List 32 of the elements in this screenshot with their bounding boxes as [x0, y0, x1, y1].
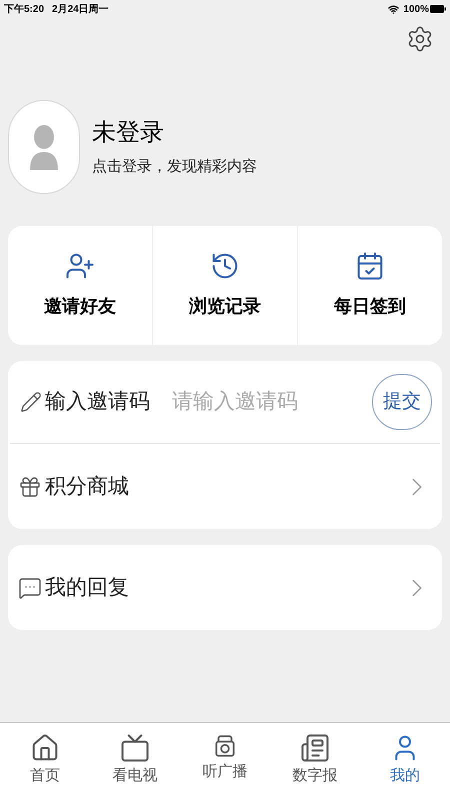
menu-row[interactable]: 积分商城: [8, 444, 442, 529]
login-hint: 点击登录，发现精彩内容: [92, 158, 257, 174]
newspaper-icon: [300, 733, 330, 763]
tv-icon: [120, 733, 150, 763]
tab[interactable]: 看电视: [90, 723, 180, 800]
status-time: 下午5:20: [4, 2, 44, 16]
history-icon: [210, 251, 240, 281]
battery-icon: [430, 5, 446, 13]
wifi-icon: [388, 4, 400, 14]
gift-icon: [18, 474, 42, 498]
status-date: 2月24日周一: [52, 2, 109, 16]
settings-icon: [406, 25, 434, 53]
pencil-icon: [20, 391, 42, 413]
calendar-check-icon: [355, 251, 385, 281]
submit-button[interactable]: 提交: [372, 374, 432, 430]
login-status[interactable]: 未登录: [92, 120, 257, 144]
settings-button[interactable]: [406, 25, 434, 53]
add-user-icon: [65, 251, 95, 281]
house-icon: [30, 733, 60, 763]
tab[interactable]: 听广播: [180, 723, 270, 800]
invite-code-label: 输入邀请码: [45, 389, 150, 416]
quick-action[interactable]: 浏览记录: [152, 226, 297, 345]
chat-icon: [18, 576, 42, 600]
quick-action[interactable]: 邀请好友: [8, 226, 152, 345]
menu-row[interactable]: 我的回复: [8, 545, 442, 630]
person-icon: [28, 124, 60, 170]
invite-code-field[interactable]: 请输入邀请码: [172, 386, 372, 418]
tab[interactable]: 我的: [360, 723, 450, 800]
tab[interactable]: 首页: [0, 723, 90, 800]
quick-action[interactable]: 每日签到: [297, 226, 442, 345]
battery-level: 100%: [403, 2, 429, 16]
tab[interactable]: 数字报: [270, 723, 360, 800]
